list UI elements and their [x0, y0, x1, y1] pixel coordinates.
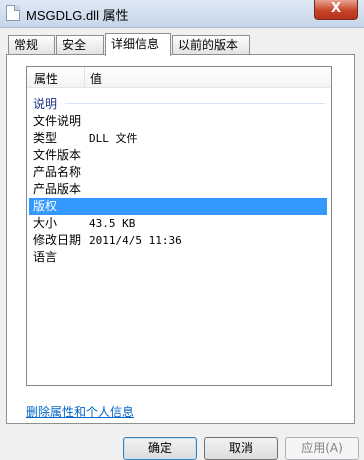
- tab-security[interactable]: 安全: [56, 35, 104, 54]
- list-item[interactable]: 文件版本: [27, 147, 329, 164]
- tab-general[interactable]: 常规: [8, 35, 55, 54]
- list-item[interactable]: 产品版本: [27, 181, 329, 198]
- close-button[interactable]: X: [314, 0, 358, 20]
- list-item[interactable]: 语言: [27, 249, 329, 266]
- tab-previous-versions[interactable]: 以前的版本: [172, 35, 250, 54]
- property-name: 版权: [33, 199, 58, 213]
- list-item-selected[interactable]: 版权: [29, 198, 327, 215]
- list-item[interactable]: 类型 DLL 文件: [27, 130, 329, 147]
- column-header-property[interactable]: 属性: [34, 70, 58, 87]
- property-name: 产品名称: [33, 165, 82, 179]
- details-panel: 属性 值 说明 文件说明 类型 DLL 文件 文件版本 产品名称 产品版本 版权: [6, 54, 355, 424]
- property-value: DLL 文件: [89, 132, 138, 145]
- group-header-description[interactable]: 说明: [33, 95, 57, 112]
- properties-list[interactable]: 属性 值 说明 文件说明 类型 DLL 文件 文件版本 产品名称 产品版本 版权: [26, 66, 332, 386]
- column-separator[interactable]: [84, 67, 85, 87]
- tab-details[interactable]: 详细信息: [105, 33, 171, 56]
- property-name: 文件说明: [33, 114, 82, 128]
- property-name: 产品版本: [33, 182, 82, 196]
- title-bar: MSGDLG.dll 属性 X: [0, 0, 364, 28]
- file-icon: [6, 5, 20, 21]
- list-item[interactable]: 文件说明: [27, 113, 329, 130]
- group-divider: [65, 103, 325, 104]
- property-name: 文件版本: [33, 148, 82, 162]
- list-item[interactable]: 大小 43.5 KB: [27, 215, 329, 232]
- property-name: 大小: [33, 216, 58, 230]
- property-value: 2011/4/5 11:36: [89, 234, 182, 247]
- property-name: 语言: [33, 250, 58, 264]
- list-header: 属性 值: [27, 67, 331, 88]
- list-item[interactable]: 产品名称: [27, 164, 329, 181]
- property-name: 类型: [33, 131, 58, 145]
- close-icon: X: [330, 1, 342, 16]
- property-name: 修改日期: [33, 233, 82, 247]
- list-item[interactable]: 修改日期 2011/4/5 11:36: [27, 232, 329, 249]
- window-title: MSGDLG.dll 属性: [26, 8, 129, 23]
- remove-properties-link[interactable]: 删除属性和个人信息: [26, 403, 134, 420]
- column-header-value[interactable]: 值: [90, 70, 102, 87]
- property-value: 43.5 KB: [89, 217, 136, 230]
